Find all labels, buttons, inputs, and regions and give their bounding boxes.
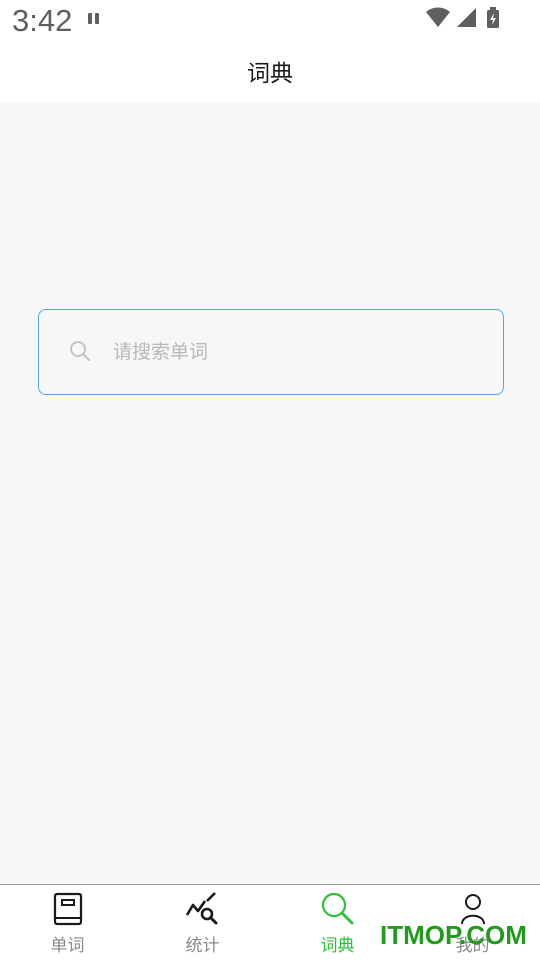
search-box[interactable] — [38, 309, 504, 395]
notification-icon — [88, 13, 99, 24]
status-time: 3:42 — [12, 3, 73, 38]
main-content — [0, 102, 540, 884]
signal-icon — [457, 8, 476, 27]
book-icon — [53, 892, 82, 926]
wifi-icon — [426, 7, 450, 27]
battery-icon — [487, 7, 499, 28]
tab-statistics[interactable]: 统计 — [135, 885, 270, 960]
app-bar: 词典 — [0, 44, 540, 102]
tab-label: 单词 — [50, 936, 85, 956]
chart-search-icon — [185, 892, 217, 925]
status-bar: 3:42 — [0, 0, 540, 44]
page-title: 词典 — [247, 61, 293, 87]
watermark: ITMOP.COM — [380, 920, 527, 950]
tab-words[interactable]: 单词 — [0, 885, 135, 960]
search-icon — [70, 341, 91, 362]
search-input[interactable] — [113, 332, 473, 372]
search-icon — [321, 892, 353, 925]
tab-label: 统计 — [185, 936, 220, 956]
